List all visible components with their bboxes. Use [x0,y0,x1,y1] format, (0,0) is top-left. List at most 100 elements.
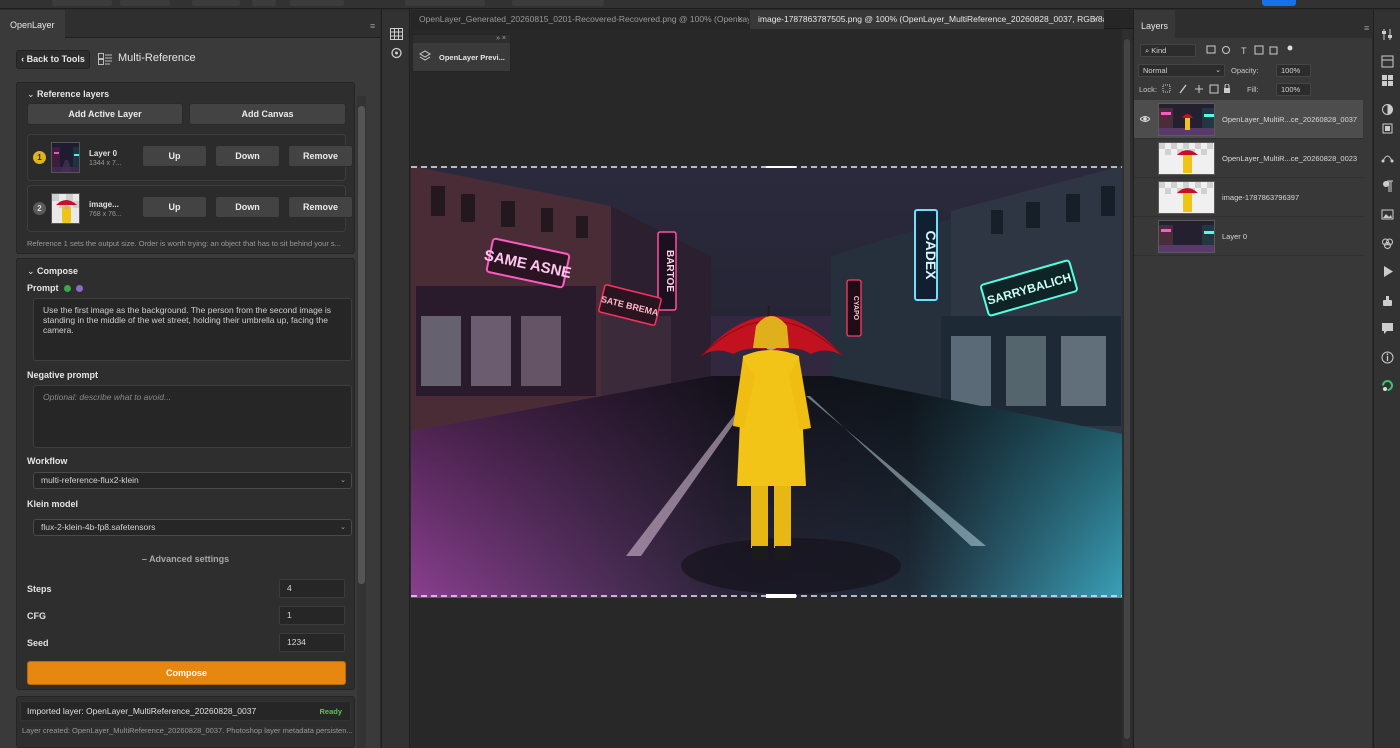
plugin-icon[interactable] [390,47,403,59]
channels-icon[interactable] [1381,237,1394,250]
document-area: OpenLayer_Generated_20260815_0201-Recove… [411,10,1134,748]
tab-openlayer[interactable]: OpenLayer [0,10,65,38]
document-tab[interactable]: OpenLayer_Generated_20260815_0201-Recove… [411,10,749,29]
layer-row[interactable]: OpenLayer_MultiR...ce_20260828_0037 [1134,100,1363,139]
reference-layers-section: ⌄ Reference layers Add Active Layer Add … [16,82,355,254]
chevron-down-icon: ⌄ [27,89,38,99]
floating-panel-controls[interactable]: » × [413,35,510,43]
comment-icon[interactable] [1381,322,1394,335]
option-field[interactable] [405,0,485,6]
panel-icon-column [381,10,410,748]
scrollbar-thumb[interactable] [1124,39,1130,739]
negative-prompt-textarea[interactable]: Optional: describe what to avoid... [33,385,352,448]
status-line: Imported layer: OpenLayer_MultiReference… [20,701,351,721]
neon-sign-bartoe: BARTOE [664,250,675,292]
add-active-layer-button[interactable]: Add Active Layer [27,103,183,125]
steps-input[interactable]: 4 [279,579,345,598]
canvas[interactable]: SAME ASNE BARTOE SATE BREMA CADEX CYAPO … [411,164,1122,598]
reference-row-2: 2 image... 768 x 76... Up Down Remove [27,185,353,232]
layer-row[interactable]: image-1787863796397 [1134,178,1363,217]
steps-label: Steps [27,584,52,594]
filter-kind-select[interactable]: ⌕ Kind [1140,44,1196,57]
workflow-select[interactable]: multi-reference-flux2-klein ⌄ [33,472,352,489]
remove-reference-button[interactable]: Remove [288,145,353,167]
color-icon[interactable] [1381,103,1394,116]
scrollbar-thumb[interactable] [358,106,365,584]
image-icon[interactable] [1381,208,1394,221]
prompt-textarea[interactable]: Use the first image as the background. T… [33,298,352,361]
multi-reference-icon [98,53,112,65]
klein-model-label: Klein model [27,499,79,509]
paragraph-icon[interactable] [1381,180,1394,193]
lock-icons[interactable] [1162,84,1232,94]
panel-scrollbar[interactable] [357,96,366,748]
back-label: Back to Tools [26,54,85,64]
move-up-button[interactable]: Up [142,145,207,167]
layer-row[interactable]: Layer 0 [1134,217,1363,256]
chevron-down-icon: ⌄ [340,477,346,484]
seed-input[interactable]: 1234 [279,633,345,652]
klein-model-select[interactable]: flux-2-klein-4b-fp8.safetensors ⌄ [33,519,352,536]
tab-layers[interactable]: Layers [1134,10,1175,38]
move-down-button[interactable]: Down [215,145,280,167]
layer-name: Layer 0 [1222,232,1248,241]
document-tab-active[interactable]: image-1787863787505.png @ 100% (OpenLaye… [750,10,1104,29]
opacity-input[interactable]: 100% [1276,64,1311,77]
document-scrollbar[interactable] [1122,29,1132,748]
reference-row-1: 1 Layer 0 1344 x 7... Up Down Remove [27,134,353,181]
adjust-icon[interactable] [1381,28,1394,41]
back-to-tools-button[interactable]: ‹ Back to Tools [16,50,90,69]
option-field[interactable] [192,0,240,6]
add-canvas-button[interactable]: Add Canvas [189,103,346,125]
neon-sign-small: CYAPO [852,296,859,321]
filter-icons[interactable]: T [1206,45,1296,55]
negative-prompt-label: Negative prompt [27,370,99,380]
preview-panel-title[interactable]: OpenLayer Previ... [439,53,505,62]
properties-icon[interactable] [1381,55,1394,68]
opacity-label: Opacity: [1231,66,1259,75]
play-icon[interactable] [1381,265,1394,278]
option-field[interactable] [512,0,604,6]
info-icon[interactable] [1381,351,1394,364]
chevron-down-icon: ⌄ [340,524,346,531]
option-field[interactable] [120,0,170,6]
remove-reference-button[interactable]: Remove [288,196,353,218]
reference-layers-heading[interactable]: ⌄ Reference layers [27,89,109,100]
reference-index-badge: 1 [33,151,46,164]
green-status-dot-icon [64,285,72,293]
move-down-button[interactable]: Down [215,196,280,218]
libraries-icon[interactable] [1381,122,1394,135]
compose-section: ⌄ Compose Prompt Use the first image as … [16,258,355,690]
paths-icon[interactable] [1381,151,1394,164]
swatches-icon[interactable] [1381,74,1394,87]
openlayer-panel: OpenLayer ≡ ‹ Back to Tools Multi-Refere… [0,10,380,748]
close-icon[interactable]: × [1093,10,1098,28]
grid-icon[interactable] [390,28,403,40]
panel-menu-icon[interactable]: ≡ [370,22,380,31]
move-up-button[interactable]: Up [142,196,207,218]
compose-heading[interactable]: ⌄ Compose [27,266,78,277]
close-icon[interactable]: × [738,10,743,28]
panel-tabbar: OpenLayer ≡ [0,10,380,38]
advanced-settings-toggle[interactable]: – Advanced settings [17,554,354,564]
brush-icon[interactable] [1381,294,1394,307]
reference-size: 768 x 76... [89,211,122,218]
chevron-down-icon: ⌄ [1215,67,1221,74]
status-imported-text: Imported layer: OpenLayer_MultiReference… [27,706,257,716]
reference-thumbnail [51,193,80,224]
fill-label: Fill: [1247,85,1259,94]
option-field[interactable] [52,0,112,6]
eye-icon[interactable] [1140,114,1150,124]
cfg-input[interactable]: 1 [279,606,345,625]
openlayer-plugin-icon[interactable] [1381,379,1394,392]
layers-tabbar: Layers ≡ [1134,10,1373,38]
layer-thumbnail [1158,220,1215,253]
blend-mode-select[interactable]: Normal ⌄ [1138,64,1225,77]
collapse-dash-icon: – [141,554,150,564]
compose-button[interactable]: Compose [27,661,346,685]
share-button[interactable] [1262,0,1296,6]
fill-input[interactable]: 100% [1276,83,1311,96]
layer-row[interactable]: OpenLayer_MultiR...ce_20260828_0023 [1134,139,1363,178]
option-field[interactable] [252,0,276,6]
option-field[interactable] [290,0,344,6]
